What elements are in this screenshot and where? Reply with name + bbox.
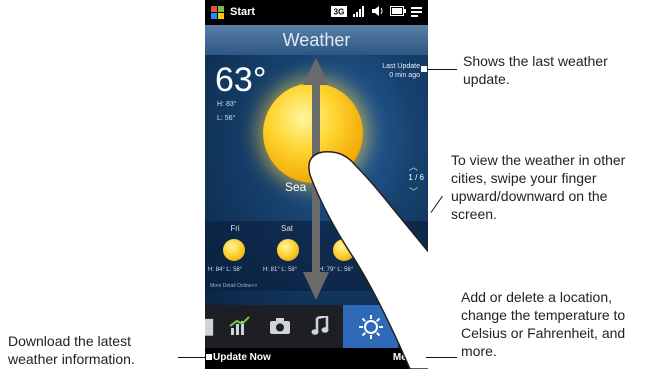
sun-icon xyxy=(358,314,383,339)
start-label[interactable]: Start xyxy=(230,6,255,18)
menu-softkey[interactable]: Menu xyxy=(393,352,419,363)
high-temperature: H: 83° xyxy=(217,101,237,108)
soft-key-bar: Update Now Menu xyxy=(205,348,428,369)
tab-weather-icon[interactable] xyxy=(343,305,398,348)
tab-partial[interactable]: ▮ xyxy=(205,311,215,341)
windows-start-icon[interactable] xyxy=(211,6,224,19)
sunny-weather-icon xyxy=(263,83,363,183)
forecast-day-label: Sat xyxy=(280,224,293,233)
weather-title: Weather xyxy=(205,25,428,55)
callout-menu: Add or delete a location, change the tem… xyxy=(461,289,626,359)
camera-icon xyxy=(270,318,290,334)
callout-dot-left xyxy=(206,354,212,360)
current-temperature: 63° xyxy=(215,61,267,99)
status-bar: Start 3G xyxy=(205,0,428,25)
signal-strength-icon xyxy=(353,6,364,17)
more-detail-link[interactable]: More Detail Online>> xyxy=(210,283,257,289)
callout-download: Download the latest weather information. xyxy=(8,333,135,367)
callout-last-update: Shows the last weather update. xyxy=(463,53,608,87)
weather-tab-content[interactable]: Weather 63° H: 83° L: 56° Last Update 0 … xyxy=(205,25,428,305)
last-update-label: Last Update xyxy=(382,63,420,70)
3g-network-icon: 3G xyxy=(331,5,347,17)
forecast-temps: H: 79° L: 56° xyxy=(319,267,354,273)
svg-text:3G: 3G xyxy=(334,7,345,16)
chevron-up-icon[interactable]: ︿ xyxy=(409,160,418,173)
forecast-temps: H: 84° L: 58° xyxy=(208,267,243,273)
city-index: 1 / 6 xyxy=(408,173,424,182)
sunny-forecast-icon xyxy=(223,239,245,261)
callout-line-update xyxy=(425,69,457,70)
callout-dot-right xyxy=(420,354,426,360)
forecast-strip: Fri H: 84° L: 58° Sat H: 81° L: 58° H: 7… xyxy=(205,221,428,291)
callout-dot-update xyxy=(421,66,427,72)
low-temperature: L: 56° xyxy=(217,115,236,122)
update-now-softkey[interactable]: Update Now xyxy=(213,352,271,363)
last-update-value: 0 min ago xyxy=(389,72,420,79)
city-name: Sea xyxy=(285,180,307,194)
tab-settings-icon[interactable] xyxy=(402,311,428,341)
status-icons: 3G xyxy=(331,4,422,18)
chart-icon xyxy=(229,316,250,335)
phone-screen: Start 3G Weather 63° H: 83° L: 56° Last … xyxy=(205,0,428,369)
forecast-temps: H: 81° L: 58° xyxy=(263,267,298,273)
tab-stocks-icon[interactable] xyxy=(225,311,255,341)
last-update: Last Update 0 min ago xyxy=(382,62,420,80)
chevron-down-icon[interactable]: ﹀ xyxy=(409,185,418,198)
callout-swipe: To view the weather in other cities, swi… xyxy=(451,152,626,222)
battery-icon xyxy=(390,6,406,16)
callout-line-swipe xyxy=(430,195,443,213)
touchflo-tab-bar: ▮ xyxy=(205,305,428,348)
partly-cloudy-forecast-icon xyxy=(333,239,355,261)
music-note-icon xyxy=(311,316,329,335)
menu-list-icon[interactable] xyxy=(411,6,422,17)
forecast-day-label: Fri xyxy=(230,224,240,233)
tab-music-icon[interactable] xyxy=(305,311,335,341)
volume-icon xyxy=(372,6,383,16)
gear-icon xyxy=(406,315,428,337)
partly-cloudy-forecast-icon xyxy=(277,239,299,261)
tab-photos-icon[interactable] xyxy=(265,311,295,341)
callout-line-menu xyxy=(425,357,457,358)
